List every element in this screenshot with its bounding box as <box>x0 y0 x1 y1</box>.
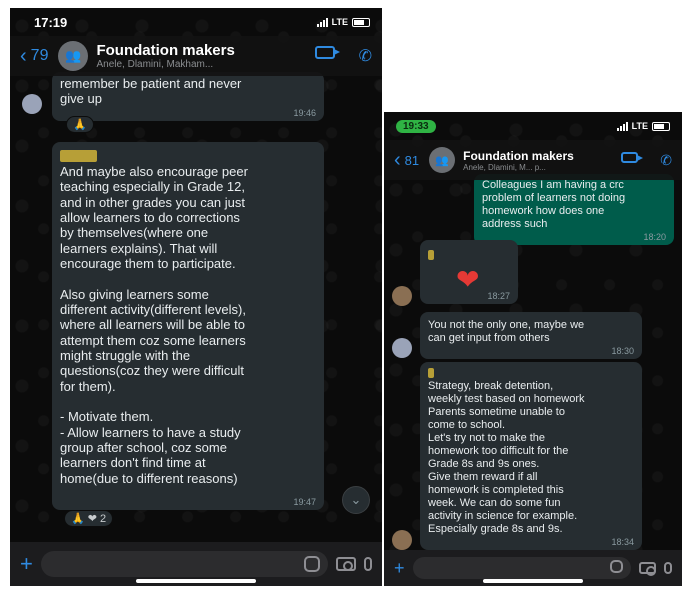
attach-plus-icon[interactable]: + <box>394 558 405 579</box>
sender-avatar[interactable] <box>22 94 42 114</box>
chat-members: Anele, Dlamini, Makham... <box>96 59 214 70</box>
network-label: LTE <box>631 121 648 131</box>
status-indicators: LTE <box>616 121 670 131</box>
right-phone-screenshot: 19:33 LTE ‹ 81 👥 Foundation makers Anele… <box>384 112 682 586</box>
group-avatar[interactable]: 👥 <box>58 41 89 71</box>
battery-icon <box>352 17 370 27</box>
chat-header: ‹ 81 👥 Foundation makers Anele, Dlamini,… <box>384 140 682 180</box>
scroll-to-bottom-button[interactable]: ⌄ <box>342 486 370 514</box>
message-time: 18:20 <box>643 231 666 242</box>
status-time: 19:33 <box>396 119 436 133</box>
group-avatar[interactable]: 👥 <box>429 147 456 173</box>
message-sender: Dlamini <box>60 150 97 162</box>
sender-avatar[interactable] <box>392 338 412 358</box>
message-text: Strategy, break detention, weekly test b… <box>428 380 585 535</box>
message-time: 18:34 <box>611 536 634 547</box>
network-label: LTE <box>331 17 348 27</box>
message-sender: P <box>428 368 435 378</box>
home-indicator <box>483 579 583 583</box>
unread-count: 79 <box>30 47 49 64</box>
message-input[interactable] <box>412 557 631 579</box>
message-time: 19:46 <box>293 107 316 118</box>
sticker-icon[interactable] <box>304 556 320 572</box>
attach-plus-icon[interactable]: + <box>20 551 33 577</box>
chat-title: Foundation makers <box>96 42 235 59</box>
phone-call-icon[interactable]: ✆ <box>660 152 672 169</box>
message-text: remember be patient and never give up <box>60 76 242 107</box>
chat-title-block[interactable]: Foundation makers Anele, Dlamini, Makham… <box>96 42 314 70</box>
camera-icon[interactable] <box>336 557 356 571</box>
message-text: You not the only one, maybe we can get i… <box>428 319 585 344</box>
chat-members: Anele, Dlamini, M... p... <box>463 162 546 172</box>
status-indicators: LTE <box>316 17 370 27</box>
battery-icon <box>652 121 670 131</box>
status-bar: 17:19 LTE <box>10 8 382 36</box>
sender-avatar[interactable] <box>392 286 412 306</box>
message-reaction[interactable]: 🙏 <box>66 116 94 133</box>
microphone-icon[interactable] <box>664 562 672 574</box>
message-bubble[interactable]: You not the only one, maybe we can get i… <box>420 312 642 359</box>
unread-count: 81 <box>404 152 420 168</box>
header-actions: ✆ <box>314 46 372 66</box>
chevron-left-icon: ‹ <box>394 149 401 171</box>
header-actions: ✆ <box>621 151 672 169</box>
signal-icon <box>616 121 628 131</box>
chat-title-block[interactable]: Foundation makers Anele, Dlamini, M... p… <box>463 149 621 172</box>
left-phone-screenshot: 17:19 LTE ‹ 79 👥 Foundation makers Anele… <box>10 8 382 586</box>
message-input[interactable] <box>40 551 328 577</box>
status-time: 17:19 <box>34 14 68 30</box>
message-time: 18:27 <box>487 291 510 301</box>
message-bubble[interactable]: Dlamini And maybe also encourage peer te… <box>52 142 324 510</box>
message-time: 18:30 <box>611 345 634 356</box>
message-bubble[interactable]: remember be patient and never give up 19… <box>52 72 324 121</box>
back-button[interactable]: ‹ 81 <box>394 150 419 170</box>
status-bar: 19:33 LTE <box>384 112 682 140</box>
microphone-icon[interactable] <box>364 557 372 571</box>
chevron-down-icon: ⌄ <box>350 492 362 507</box>
sender-avatar[interactable] <box>392 530 412 550</box>
back-button[interactable]: ‹ 79 <box>20 46 48 66</box>
message-bubble[interactable]: P ❤ 18:27 <box>420 240 518 304</box>
message-bubble[interactable]: Colleagues I am having a crc problem of … <box>474 174 674 245</box>
message-reaction[interactable]: 🙏 ❤ 2 <box>64 510 114 527</box>
chat-title: Foundation makers <box>463 148 574 163</box>
video-call-icon[interactable] <box>314 46 340 59</box>
home-indicator <box>136 579 256 583</box>
phone-call-icon[interactable]: ✆ <box>359 46 372 66</box>
chat-header: ‹ 79 👥 Foundation makers Anele, Dlamini,… <box>10 36 382 76</box>
sticker-icon[interactable] <box>610 560 623 573</box>
camera-icon[interactable] <box>639 562 656 576</box>
message-sender: P <box>428 250 435 260</box>
message-text: And maybe also encourage peer teaching e… <box>60 164 248 486</box>
chevron-left-icon: ‹ <box>20 45 27 67</box>
message-text: Colleagues I am having a crc problem of … <box>482 179 626 230</box>
message-bubble[interactable]: P Strategy, break detention, weekly test… <box>420 362 642 550</box>
message-time: 19:47 <box>293 497 316 507</box>
video-call-icon[interactable] <box>621 151 644 163</box>
signal-icon <box>316 17 328 27</box>
